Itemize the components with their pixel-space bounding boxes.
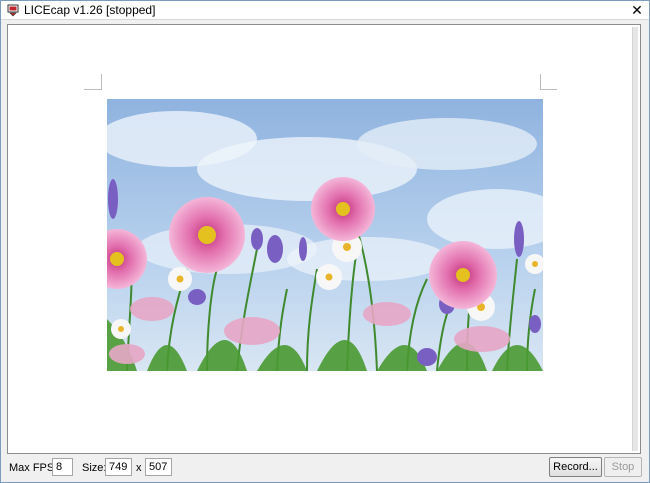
flower-photo <box>107 99 543 371</box>
right-edge-strip <box>632 27 638 451</box>
licecap-window: LICEcap v1.26 [stopped] ✕ Max FPS: 8 Siz… <box>0 0 650 483</box>
size-separator: x <box>136 462 142 474</box>
max-fps-input[interactable]: 8 <box>52 458 73 476</box>
window-title: LICEcap v1.26 [stopped] <box>24 3 156 17</box>
size-label: Size: <box>82 462 107 474</box>
crop-mark-top-left-v <box>101 74 102 90</box>
close-icon[interactable]: ✕ <box>629 2 645 18</box>
max-fps-label: Max FPS: <box>9 462 58 474</box>
crop-mark-top-right-v <box>540 74 541 90</box>
stop-button[interactable]: Stop <box>604 457 642 477</box>
licecap-app-icon <box>7 4 19 17</box>
capture-area[interactable] <box>7 24 641 454</box>
title-bar[interactable]: LICEcap v1.26 [stopped] ✕ <box>1 1 649 20</box>
record-button[interactable]: Record... <box>549 457 602 477</box>
control-bar: Max FPS: 8 Size: 749 x 507 Record... Sto… <box>1 456 649 482</box>
height-input[interactable]: 507 <box>145 458 172 476</box>
crop-mark-top-left-h <box>84 89 101 90</box>
crop-mark-top-right-h <box>540 89 557 90</box>
width-input[interactable]: 749 <box>105 458 132 476</box>
captured-document <box>12 29 632 449</box>
